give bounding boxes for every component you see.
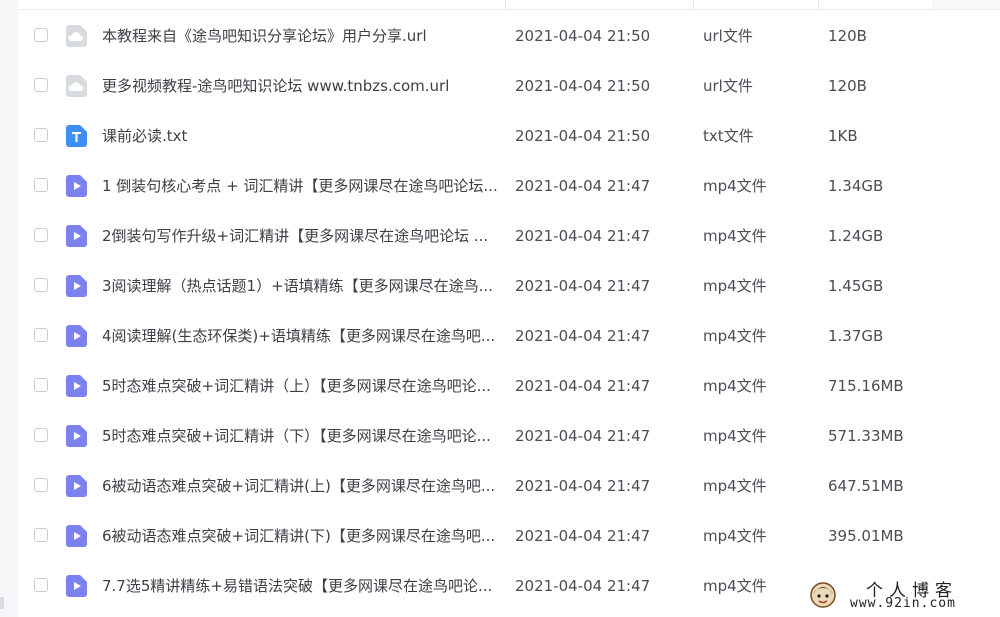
file-list: 本教程来自《途鸟吧知识分享论坛》用户分享.url 2021-04-04 21:50… xyxy=(18,11,1000,611)
file-date: 2021-04-04 21:50 xyxy=(515,27,651,45)
row-checkbox[interactable] xyxy=(34,178,48,192)
file-type: mp4文件 xyxy=(703,427,767,445)
file-type: mp4文件 xyxy=(703,177,767,195)
file-type: mp4文件 xyxy=(703,527,767,545)
file-name[interactable]: 6被动语态难点突破+词汇精讲(上)【更多网课尽在途鸟吧... xyxy=(102,461,497,511)
file-date: 2021-04-04 21:50 xyxy=(515,77,651,95)
file-name[interactable]: 5时态难点突破+词汇精讲（下）【更多网课尽在途鸟吧论... xyxy=(102,411,497,461)
video-file-icon xyxy=(66,575,87,597)
file-row[interactable]: 5时态难点突破+词汇精讲（上）【更多网课尽在途鸟吧论... 2021-04-04 … xyxy=(18,361,1000,411)
file-name[interactable]: 课前必读.txt xyxy=(102,111,497,161)
file-row[interactable]: 本教程来自《途鸟吧知识分享论坛》用户分享.url 2021-04-04 21:50… xyxy=(18,11,1000,61)
video-file-icon xyxy=(66,375,87,397)
file-name[interactable]: 本教程来自《途鸟吧知识分享论坛》用户分享.url xyxy=(102,11,497,61)
column-divider[interactable] xyxy=(693,0,694,9)
link-file-icon xyxy=(66,25,87,47)
file-name[interactable]: 7.7选5精讲精练+易错语法突破【更多网课尽在途鸟吧论... xyxy=(102,561,497,611)
row-checkbox[interactable] xyxy=(34,378,48,392)
file-date: 2021-04-04 21:47 xyxy=(515,377,651,395)
file-date: 2021-04-04 21:47 xyxy=(515,527,651,545)
file-size: 120B xyxy=(828,27,867,45)
file-name[interactable]: 4阅读理解(生态环保类)+语填精练【更多网课尽在途鸟吧... xyxy=(102,311,497,361)
file-size: 571.33MB xyxy=(828,427,904,445)
video-file-icon xyxy=(66,225,87,247)
video-file-icon xyxy=(66,425,87,447)
column-divider[interactable] xyxy=(505,0,506,9)
row-checkbox[interactable] xyxy=(34,328,48,342)
file-date: 2021-04-04 21:50 xyxy=(515,127,651,145)
row-checkbox[interactable] xyxy=(34,28,48,42)
scroll-handle[interactable] xyxy=(0,597,4,609)
file-row[interactable]: 5时态难点突破+词汇精讲（下）【更多网课尽在途鸟吧论... 2021-04-04 … xyxy=(18,411,1000,461)
file-type: mp4文件 xyxy=(703,277,767,295)
file-row[interactable]: 课前必读.txt 2021-04-04 21:50 txt文件 1KB xyxy=(18,111,1000,161)
text-file-icon xyxy=(66,125,87,147)
file-date: 2021-04-04 21:47 xyxy=(515,327,651,345)
file-date: 2021-04-04 21:47 xyxy=(515,177,651,195)
row-checkbox[interactable] xyxy=(34,478,48,492)
file-type: url文件 xyxy=(703,27,753,45)
file-name[interactable]: 更多视频教程-途鸟吧知识论坛 www.tnbzs.com.url xyxy=(102,61,497,111)
file-size: 1.37GB xyxy=(828,327,884,345)
file-type: mp4文件 xyxy=(703,477,767,495)
file-type: mp4文件 xyxy=(703,227,767,245)
file-date: 2021-04-04 21:47 xyxy=(515,477,651,495)
file-size: 1.24GB xyxy=(828,227,884,245)
file-date: 2021-04-04 21:47 xyxy=(515,277,651,295)
video-file-icon xyxy=(66,325,87,347)
row-checkbox[interactable] xyxy=(34,528,48,542)
file-date: 2021-04-04 21:47 xyxy=(515,427,651,445)
row-checkbox[interactable] xyxy=(34,228,48,242)
file-name[interactable]: 5时态难点突破+词汇精讲（上）【更多网课尽在途鸟吧论... xyxy=(102,361,497,411)
file-row[interactable]: 4阅读理解(生态环保类)+语填精练【更多网课尽在途鸟吧... 2021-04-04… xyxy=(18,311,1000,361)
avatar-icon xyxy=(810,582,836,608)
row-checkbox[interactable] xyxy=(34,578,48,592)
file-type: mp4文件 xyxy=(703,577,767,595)
file-type: url文件 xyxy=(703,77,753,95)
file-size: 395.01MB xyxy=(828,527,904,545)
video-file-icon xyxy=(66,175,87,197)
file-size: 1.45GB xyxy=(828,277,884,295)
column-divider[interactable] xyxy=(818,0,819,9)
file-type: mp4文件 xyxy=(703,377,767,395)
file-size: 1.34GB xyxy=(828,177,884,195)
file-type: mp4文件 xyxy=(703,327,767,345)
file-name[interactable]: 3阅读理解（热点话题1）+语填精练【更多网课尽在途鸟... xyxy=(102,261,497,311)
file-row[interactable]: 更多视频教程-途鸟吧知识论坛 www.tnbzs.com.url 2021-04-… xyxy=(18,61,1000,111)
file-row[interactable]: 3阅读理解（热点话题1）+语填精练【更多网课尽在途鸟... 2021-04-04 … xyxy=(18,261,1000,311)
watermark-url: www.92in.com xyxy=(850,596,956,611)
file-name[interactable]: 6被动语态难点突破+词汇精讲(下)【更多网课尽在途鸟吧... xyxy=(102,511,497,561)
left-gutter xyxy=(0,0,18,617)
file-name[interactable]: 1 倒装句核心考点 + 词汇精讲【更多网课尽在途鸟吧论坛... xyxy=(102,161,497,211)
file-size: 647.51MB xyxy=(828,477,904,495)
file-size: 120B xyxy=(828,77,867,95)
row-checkbox[interactable] xyxy=(34,428,48,442)
file-row[interactable]: 6被动语态难点突破+词汇精讲(上)【更多网课尽在途鸟吧... 2021-04-04… xyxy=(18,461,1000,511)
row-checkbox[interactable] xyxy=(34,128,48,142)
file-size: 715.16MB xyxy=(828,377,904,395)
file-name[interactable]: 2倒装句写作升级+词汇精讲【更多网课尽在途鸟吧论坛 ... xyxy=(102,211,497,261)
file-row[interactable]: 1 倒装句核心考点 + 词汇精讲【更多网课尽在途鸟吧论坛... 2021-04-0… xyxy=(18,161,1000,211)
video-file-icon xyxy=(66,275,87,297)
file-type: txt文件 xyxy=(703,127,754,145)
video-file-icon xyxy=(66,525,87,547)
file-date: 2021-04-04 21:47 xyxy=(515,227,651,245)
column-header-strip xyxy=(18,0,1000,10)
file-date: 2021-04-04 21:47 xyxy=(515,577,651,595)
row-checkbox[interactable] xyxy=(34,78,48,92)
video-file-icon xyxy=(66,475,87,497)
file-row[interactable]: 2倒装句写作升级+词汇精讲【更多网课尽在途鸟吧论坛 ... 2021-04-04 … xyxy=(18,211,1000,261)
link-file-icon xyxy=(66,75,87,97)
file-row[interactable]: 6被动语态难点突破+词汇精讲(下)【更多网课尽在途鸟吧... 2021-04-04… xyxy=(18,511,1000,561)
watermark: 个人博客 www.92in.com xyxy=(806,576,994,614)
row-checkbox[interactable] xyxy=(34,278,48,292)
header-end xyxy=(932,0,1000,9)
file-size: 1KB xyxy=(828,127,858,145)
